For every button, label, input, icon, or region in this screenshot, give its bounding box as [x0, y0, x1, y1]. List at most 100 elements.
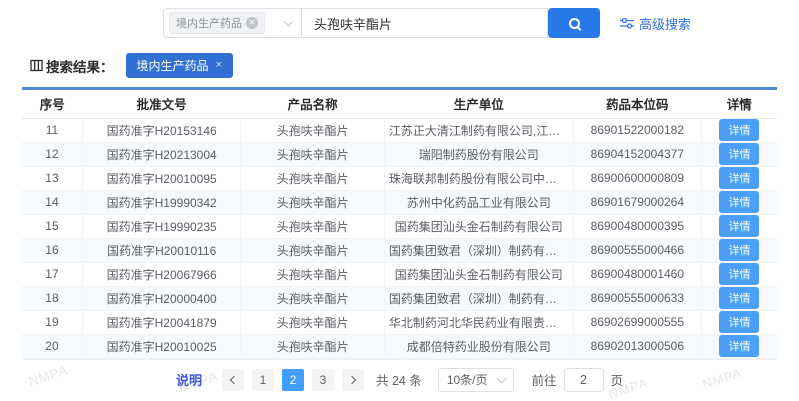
column-header-approval-number: 批准文号 — [82, 90, 241, 118]
cell-no: 13 — [22, 166, 82, 190]
cell-manufacturer: 国药集团致君（深圳）制药有限公... — [384, 286, 573, 310]
page-button-2-active[interactable]: 2 — [282, 369, 304, 391]
cell-manufacturer: 国药集团汕头金石制药有限公司 — [384, 262, 573, 286]
cell-product-name: 头孢呋辛酯片 — [241, 310, 384, 334]
cell-detail: 详情 — [701, 142, 777, 166]
pagination-bar: 说明 1 2 3 共 24 条 10条/页 前往 页 — [0, 368, 799, 392]
cell-no: 17 — [22, 262, 82, 286]
cell-no: 12 — [22, 142, 82, 166]
cell-detail: 详情 — [701, 214, 777, 238]
cell-manufacturer: 成都倍特药业股份有限公司 — [384, 334, 573, 358]
detail-button[interactable]: 详情 — [719, 143, 759, 165]
table-body: 11 国药准字H20153146 头孢呋辛酯片 江苏正大清江制药有限公司,江苏.… — [22, 118, 777, 358]
table-row: 18 国药准字H20000400 头孢呋辛酯片 国药集团致君（深圳）制药有限公.… — [22, 286, 777, 310]
cell-approval-number: 国药准字H20067966 — [82, 262, 241, 286]
search-category-select[interactable]: 境内生产药品 × — [163, 8, 301, 38]
table-header-row: 序号 批准文号 产品名称 生产单位 药品本位码 详情 — [22, 90, 777, 118]
detail-button[interactable]: 详情 — [719, 287, 759, 309]
column-header-product-name: 产品名称 — [241, 90, 384, 118]
search-input[interactable] — [301, 8, 548, 38]
cell-approval-number: 国药准字H20213004 — [82, 142, 241, 166]
column-header-manufacturer: 生产单位 — [384, 90, 573, 118]
chip-close-circle-icon[interactable]: × — [246, 17, 258, 29]
filter-sliders-icon — [620, 17, 634, 29]
category-filter-chip[interactable]: 境内生产药品 × — [169, 12, 265, 34]
detail-button[interactable]: 详情 — [719, 239, 759, 261]
prev-page-button[interactable] — [222, 369, 244, 391]
detail-button[interactable]: 详情 — [719, 191, 759, 213]
category-chip-label: 境内生产药品 — [176, 15, 242, 31]
cell-detail: 详情 — [701, 190, 777, 214]
detail-button[interactable]: 详情 — [719, 167, 759, 189]
cell-no: 16 — [22, 238, 82, 262]
cell-detail: 详情 — [701, 118, 777, 142]
results-tag-label: 境内生产药品 — [137, 57, 209, 74]
goto-page-input[interactable] — [564, 368, 604, 392]
cell-approval-number: 国药准字H20041879 — [82, 310, 241, 334]
cell-manufacturer: 江苏正大清江制药有限公司,江苏... — [384, 118, 573, 142]
advanced-search-link[interactable]: 高级搜索 — [620, 14, 691, 33]
cell-approval-number: 国药准字H19990235 — [82, 214, 241, 238]
cell-product-name: 头孢呋辛酯片 — [241, 334, 384, 358]
cell-manufacturer: 华北制药河北华民药业有限责任公... — [384, 310, 573, 334]
page-size-select[interactable]: 10条/页 — [438, 368, 514, 392]
total-count-label: 共 24 条 — [376, 370, 422, 389]
cell-product-name: 头孢呋辛酯片 — [241, 190, 384, 214]
results-label: 搜索结果： — [46, 56, 114, 76]
cell-detail: 详情 — [701, 286, 777, 310]
cell-approval-number: 国药准字H20153146 — [82, 118, 241, 142]
page-button-1[interactable]: 1 — [252, 369, 274, 391]
tag-close-icon[interactable]: × — [216, 60, 222, 71]
cell-drug-code: 86900555000466 — [573, 238, 701, 262]
table-row: 11 国药准字H20153146 头孢呋辛酯片 江苏正大清江制药有限公司,江苏.… — [22, 118, 777, 142]
cell-no: 15 — [22, 214, 82, 238]
table-row: 16 国药准字H20010116 头孢呋辛酯片 国药集团致君（深圳）制药有限公.… — [22, 238, 777, 262]
cell-manufacturer: 国药集团汕头金石制药有限公司 — [384, 214, 573, 238]
advanced-search-label: 高级搜索 — [639, 14, 691, 33]
cell-no: 19 — [22, 310, 82, 334]
column-header-drug-code: 药品本位码 — [573, 90, 701, 118]
cell-drug-code: 86902699000555 — [573, 310, 701, 334]
cell-manufacturer: 珠海联邦制药股份有限公司中山分... — [384, 166, 573, 190]
drug-search-results-page: NMPA NMPA NMPA NMPA 境内生产药品 × 高级搜索 — [0, 0, 799, 401]
detail-button[interactable]: 详情 — [719, 311, 759, 333]
table-row: 12 国药准字H20213004 头孢呋辛酯片 瑞阳制药股份有限公司 86904… — [22, 142, 777, 166]
cell-detail: 详情 — [701, 166, 777, 190]
table-row: 14 国药准字H19990342 头孢呋辛酯片 苏州中化药品工业有限公司 869… — [22, 190, 777, 214]
note-link[interactable]: 说明 — [176, 370, 202, 389]
cell-no: 18 — [22, 286, 82, 310]
next-page-button[interactable] — [342, 369, 364, 391]
cell-drug-code: 86901522000182 — [573, 118, 701, 142]
table-row: 19 国药准字H20041879 头孢呋辛酯片 华北制药河北华民药业有限责任公.… — [22, 310, 777, 334]
cell-approval-number: 国药准字H19990342 — [82, 190, 241, 214]
cell-detail: 详情 — [701, 238, 777, 262]
search-icon — [569, 18, 580, 29]
chevron-down-icon — [496, 373, 506, 383]
cell-approval-number: 国药准字H20010025 — [82, 334, 241, 358]
detail-button[interactable]: 详情 — [719, 335, 759, 357]
cell-drug-code: 86902013000506 — [573, 334, 701, 358]
detail-button[interactable]: 详情 — [719, 119, 759, 141]
results-filter-tag[interactable]: 境内生产药品 × — [126, 53, 233, 78]
column-header-no: 序号 — [22, 90, 82, 118]
goto-page-group: 前往 页 — [532, 368, 624, 392]
cell-product-name: 头孢呋辛酯片 — [241, 166, 384, 190]
cell-product-name: 头孢呋辛酯片 — [241, 238, 384, 262]
cell-drug-code: 86901679000264 — [573, 190, 701, 214]
cell-drug-code: 86900555000633 — [573, 286, 701, 310]
table-row: 13 国药准字H20010095 头孢呋辛酯片 珠海联邦制药股份有限公司中山分.… — [22, 166, 777, 190]
cell-detail: 详情 — [701, 334, 777, 358]
goto-prefix-label: 前往 — [532, 370, 557, 389]
grid-icon — [30, 59, 43, 72]
cell-manufacturer: 国药集团致君（深圳）制药有限公... — [384, 238, 573, 262]
page-size-value: 10条/页 — [447, 371, 488, 388]
detail-button[interactable]: 详情 — [719, 263, 759, 285]
detail-button[interactable]: 详情 — [719, 215, 759, 237]
results-table-panel: 序号 批准文号 产品名称 生产单位 药品本位码 详情 11 国药准字H20153… — [22, 87, 777, 360]
search-button[interactable] — [548, 8, 600, 38]
column-header-detail: 详情 — [701, 90, 777, 118]
cell-approval-number: 国药准字H20000400 — [82, 286, 241, 310]
results-header: 搜索结果： 境内生产药品 × — [30, 53, 799, 78]
page-button-3[interactable]: 3 — [312, 369, 334, 391]
table-row: 15 国药准字H19990235 头孢呋辛酯片 国药集团汕头金石制药有限公司 8… — [22, 214, 777, 238]
